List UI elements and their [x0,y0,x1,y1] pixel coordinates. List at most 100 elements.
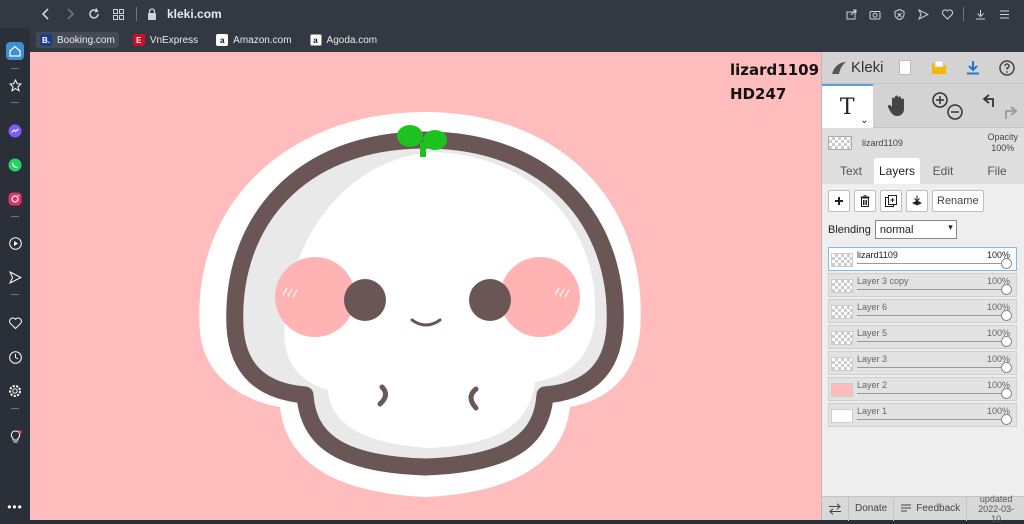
shield-button[interactable] [889,4,909,24]
bookmarks-bar: B. Booking.com E VnExpress a Amazon.com … [30,28,1024,52]
rename-layer-button[interactable]: Rename [932,190,984,212]
layer-opacity-slider[interactable] [857,341,1004,342]
eye-right [469,279,511,321]
actions-separator [963,7,964,21]
layer-thumbnail [831,357,853,371]
layer-item[interactable]: Layer 2 100% [828,377,1017,401]
bookmark-amazon[interactable]: a Amazon.com [212,32,295,48]
layer-opacity-slider[interactable] [857,419,1004,420]
feedback-button[interactable]: Feedback [894,497,967,521]
slider-knob[interactable] [1001,388,1012,399]
layer-thumbnail [831,279,853,293]
layer-item[interactable]: Layer 6 100% [828,299,1017,323]
chevron-down-icon: ▾ [948,222,953,233]
slider-knob[interactable] [1001,336,1012,347]
menu-button[interactable] [994,4,1014,24]
text-tool-icon: T [840,95,855,120]
heart-icon [942,9,953,20]
hand-tool[interactable] [873,84,924,128]
add-layer-button[interactable] [828,190,850,212]
layer-item[interactable]: Layer 3 100% [828,351,1017,375]
layer-item[interactable]: Layer 5 100% [828,325,1017,349]
layer-opacity-slider[interactable] [857,263,1004,264]
history-icon[interactable] [6,348,24,366]
tips-icon[interactable] [6,428,24,446]
slider-knob[interactable] [1001,284,1012,295]
share-button[interactable] [841,4,861,24]
donate-button[interactable]: Donate [849,497,894,521]
slider-knob[interactable] [1001,362,1012,373]
send-icon [918,9,929,20]
slider-knob[interactable] [1001,258,1012,269]
amazon-icon: a [216,34,228,46]
layer-item[interactable]: Layer 1 100% [828,403,1017,427]
layer-list: lizard1109 100% Layer 3 copy 100% Layer … [828,247,1018,427]
address-bar[interactable]: kleki.com [167,7,222,21]
layer-opacity-slider[interactable] [857,393,1004,394]
merge-down-button[interactable] [906,190,928,212]
bookmark-vnexpress[interactable]: E VnExpress [129,32,202,48]
bookmark-agoda[interactable]: a Agoda.com [306,32,382,48]
screenshot-button[interactable] [865,4,885,24]
drawing-canvas[interactable]: lizard1109 HD247 [30,52,821,520]
tab-text[interactable]: Text [828,158,874,184]
hand-icon [887,94,909,118]
duplicate-layer-button[interactable] [880,190,902,212]
player-icon[interactable] [6,234,24,252]
tab-grid-button[interactable] [106,2,130,26]
forward-button[interactable] [58,2,82,26]
tab-file[interactable]: File [974,158,1020,184]
download-button[interactable] [970,4,990,24]
chevron-down-icon[interactable]: ⌄ [860,115,868,126]
redo-icon [1006,107,1016,119]
zoom-controls [923,84,974,128]
undo-redo-icons [981,91,1017,121]
delete-layer-button[interactable] [854,190,876,212]
layer-thumbnail [831,253,853,267]
download-button[interactable] [956,52,990,84]
send-icon[interactable] [6,268,24,286]
blush-left [275,257,355,337]
new-image-button[interactable] [888,52,922,84]
layer-opacity-slider[interactable] [857,367,1004,368]
blending-select[interactable]: normal ▾ [875,220,957,239]
instagram-icon[interactable] [6,190,24,208]
tab-layers[interactable]: Layers [874,158,920,184]
zoom-icons [930,91,966,121]
heart-icon[interactable] [6,314,24,332]
dock-separator [11,294,19,295]
share-icon [846,9,857,20]
watermark-text: lizard1109 HD247 [730,58,819,106]
settings-icon[interactable] [6,382,24,400]
panel-tabs: Text Layers Edit File [822,158,1024,184]
reload-button[interactable] [82,2,106,26]
whatsapp-icon[interactable] [6,156,24,174]
logo-text: Kleki [851,59,884,76]
back-button[interactable] [34,2,58,26]
text-tool[interactable]: T ⌄ [822,84,873,128]
layer-opacity-slider[interactable] [857,289,1004,290]
help-button[interactable] [990,52,1024,84]
tool-row: T ⌄ [822,84,1024,128]
home-icon[interactable] [6,42,24,60]
slider-knob[interactable] [1001,310,1012,321]
layer-thumbnail [831,409,853,423]
save-button[interactable] [922,52,956,84]
swap-side-button[interactable] [822,497,849,521]
favorite-button[interactable] [937,4,957,24]
bookmark-booking[interactable]: B. Booking.com [36,32,119,48]
kleki-logo[interactable]: Kleki [822,59,888,76]
tab-edit[interactable]: Edit [920,158,966,184]
download-icon [975,9,986,20]
more-icon[interactable]: ••• [6,498,24,516]
messenger-icon[interactable] [6,122,24,140]
layer-item[interactable]: lizard1109 100% [828,247,1017,271]
layer-item[interactable]: Layer 3 copy 100% [828,273,1017,297]
send-button[interactable] [913,4,933,24]
slider-knob[interactable] [1001,414,1012,425]
undo-icon [984,95,993,107]
layer-opacity-slider[interactable] [857,315,1004,316]
tools-panel: Kleki T ⌄ [821,52,1024,520]
bookmarks-icon[interactable] [6,76,24,94]
zoom-in-icon [933,93,947,107]
